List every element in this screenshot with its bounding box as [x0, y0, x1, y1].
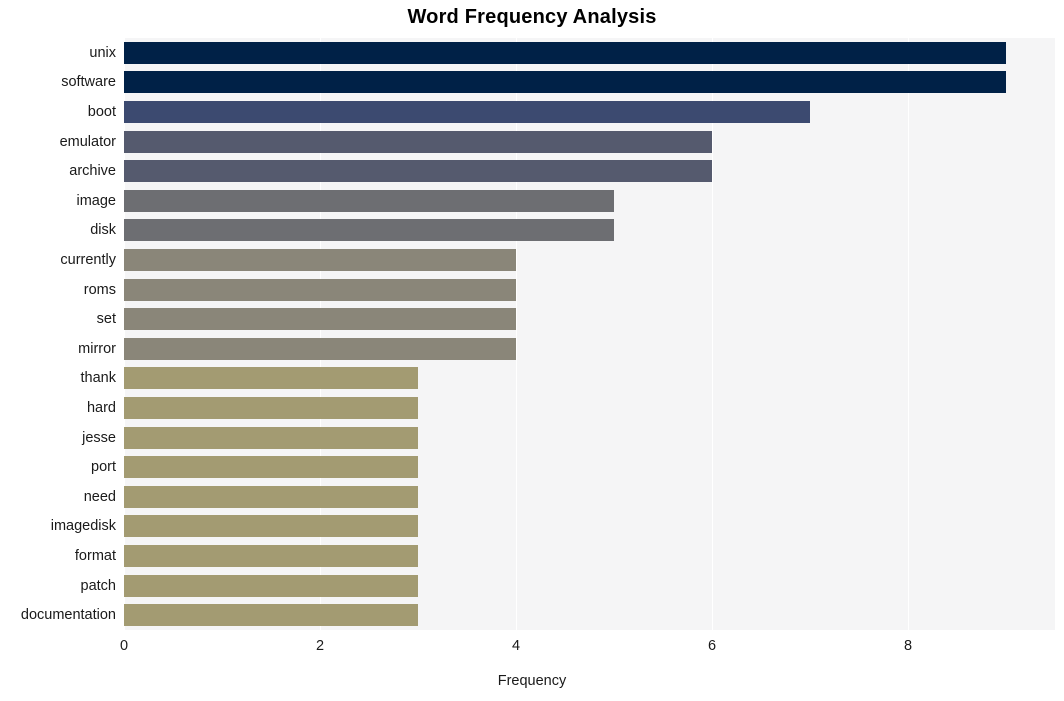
y-axis-tick-label: hard	[86, 400, 116, 416]
x-axis-tick-label: 4	[511, 638, 521, 654]
x-axis-tick-label: 2	[315, 638, 325, 654]
y-axis-tick-label: imagedisk	[50, 518, 116, 535]
bar	[124, 189, 614, 212]
y-axis-tick-label: unix	[89, 44, 116, 61]
y-axis-tick-label: emulator	[59, 133, 116, 150]
bar	[124, 308, 516, 331]
bar	[124, 456, 418, 479]
y-axis-tick-label: thank	[80, 370, 116, 387]
y-axis-tick-label: documentation	[20, 607, 116, 624]
bar	[124, 485, 418, 508]
bar	[124, 160, 712, 183]
bar	[124, 101, 810, 123]
y-axis-tick-label: archive	[69, 163, 116, 180]
chart-figure: Word Frequency Analysis unix software boot…	[0, 0, 1064, 701]
bar	[124, 71, 1006, 94]
bar	[124, 337, 516, 360]
bar	[124, 515, 418, 538]
x-axis-label: Frequency	[497, 673, 567, 689]
y-axis-tick-label: port	[91, 459, 116, 476]
y-axis-tick-label: jesse	[82, 429, 116, 446]
y-axis-tick-label: format	[74, 548, 116, 564]
y-axis-tick-labels: unix software boot emulator archive image disk…	[0, 38, 116, 630]
bar	[124, 426, 418, 449]
y-axis-tick-label: boot	[87, 104, 116, 120]
bar	[124, 574, 418, 597]
x-axis-tick-label: 0	[119, 638, 129, 654]
bar	[124, 545, 418, 567]
x-axis-tick-label: 6	[707, 638, 717, 654]
y-axis-tick-label: mirror	[78, 340, 116, 357]
bar	[124, 397, 418, 419]
bar	[124, 130, 712, 153]
y-axis-tick-label: software	[61, 74, 116, 91]
plot-area	[124, 38, 1055, 630]
bar-series	[124, 38, 1055, 630]
y-axis-tick-label: need	[83, 488, 116, 505]
y-axis-tick-label: patch	[80, 577, 116, 594]
y-axis-tick-label: image	[76, 192, 117, 209]
bar	[124, 604, 418, 627]
bar	[124, 367, 418, 390]
x-axis-tick-labels: 0 2 4 6 8	[0, 630, 1064, 660]
y-axis-tick-label: roms	[83, 281, 116, 298]
bar	[124, 249, 516, 271]
bar	[124, 41, 1006, 64]
bar	[124, 219, 614, 242]
y-axis-tick-label: disk	[90, 222, 116, 239]
y-axis-tick-label: currently	[60, 252, 116, 268]
y-axis-tick-label: set	[96, 311, 116, 328]
chart-title: Word Frequency Analysis	[407, 6, 657, 28]
x-axis-tick-label: 8	[903, 638, 913, 654]
bar	[124, 278, 516, 301]
